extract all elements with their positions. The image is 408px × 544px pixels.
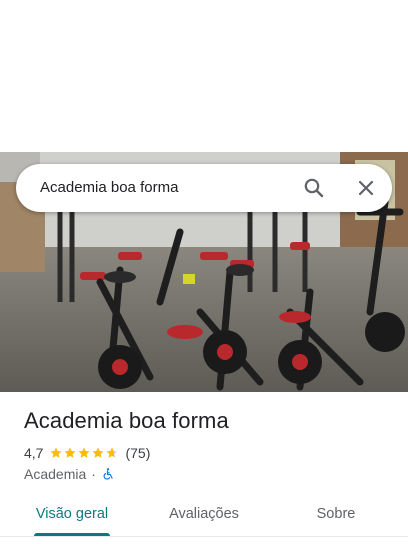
tab-bar: Visão geral Avaliações Sobre — [0, 492, 408, 544]
place-title: Academia boa forma — [24, 408, 229, 433]
search-bar[interactable]: Academia boa forma — [16, 164, 392, 212]
star-icon — [64, 447, 77, 458]
tab-about[interactable]: Sobre — [300, 492, 372, 536]
wheelchair-icon — [103, 468, 113, 480]
category-row: Academia · — [24, 465, 115, 483]
star-icon — [78, 447, 91, 458]
search-icon[interactable] — [302, 176, 326, 200]
place-category: Academia — [24, 466, 87, 482]
star-half-icon — [106, 447, 119, 458]
separator-dot: · — [91, 466, 96, 482]
rating-value: 4,7 — [24, 445, 44, 461]
rating-row[interactable]: 4,7 (75) — [24, 444, 150, 462]
star-icon — [92, 447, 105, 458]
star-icon — [50, 447, 63, 458]
close-icon[interactable] — [354, 176, 378, 200]
search-input[interactable]: Academia boa forma — [40, 164, 178, 212]
tab-reviews[interactable]: Avaliações — [156, 492, 252, 536]
review-count[interactable]: (75) — [125, 445, 150, 461]
star-rating — [49, 446, 119, 460]
map-blank-area — [0, 0, 408, 152]
tab-overview[interactable]: Visão geral — [24, 492, 120, 536]
tabs-divider — [0, 536, 408, 537]
